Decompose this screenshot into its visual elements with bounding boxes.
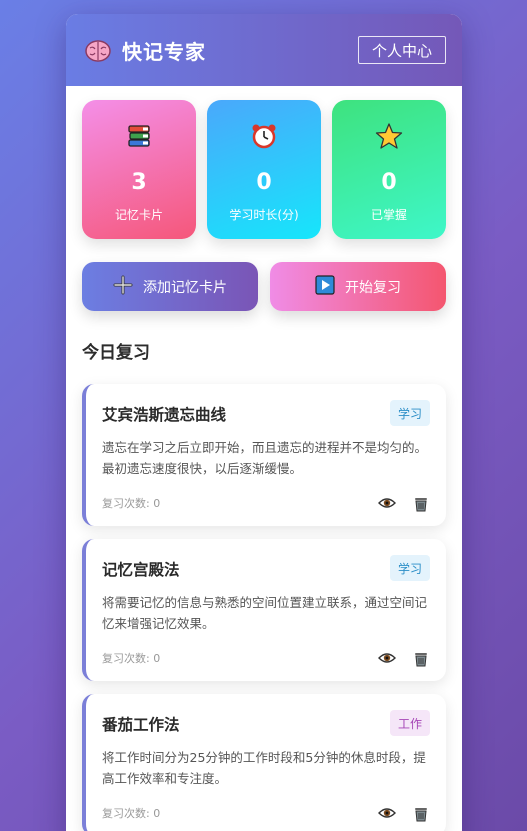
card-tag: 学习 [389,400,430,426]
review-count: 复习次数: 0 [102,807,161,820]
card-tag: 学习 [389,555,430,581]
stat-value: 0 [256,170,272,195]
app-title: 快记专家 [122,39,206,64]
memory-card[interactable]: 艾宾浩斯遗忘曲线 学习 遗忘在学习之后立即开始，而且遗忘的进程并不是均匀的。最初… [82,384,446,526]
add-card-label: 添加记忆卡片 [143,279,227,296]
card-actions [378,649,430,667]
stat-card-memory-cards: 3 记忆卡片 [82,100,196,239]
star-icon [332,122,446,152]
eye-icon[interactable] [378,494,396,512]
stat-label: 已掌握 [370,208,407,222]
stat-card-study-time: 0 学习时长(分) [207,100,321,239]
eye-icon[interactable] [378,649,396,667]
card-footer: 复习次数: 0 [102,804,430,822]
trash-icon[interactable] [412,649,430,667]
card-actions [378,804,430,822]
main-content: 3 记忆卡片 0 学习时长(分) 0 已掌握 添加记忆卡片 开始复习 今日复习 … [66,86,462,831]
add-card-button[interactable]: 添加记忆卡片 [82,262,258,311]
trash-icon[interactable] [412,494,430,512]
play-icon [315,274,335,299]
review-count: 复习次数: 0 [102,652,161,665]
card-footer: 复习次数: 0 [102,649,430,667]
card-description: 将工作时间分为25分钟的工作时段和5分钟的休息时段，提高工作效率和专注度。 [102,750,426,786]
stat-label: 记忆卡片 [114,208,163,222]
app-container: 快记专家 个人中心 3 记忆卡片 0 学习时长(分) 0 已掌握 添加记忆卡片 … [66,14,462,831]
card-title: 艾宾浩斯遗忘曲线 [102,406,227,424]
brain-icon [84,36,112,64]
card-footer: 复习次数: 0 [102,494,430,512]
memory-card[interactable]: 记忆宫殿法 学习 将需要记忆的信息与熟悉的空间位置建立联系，通过空间记忆来增强记… [82,539,446,681]
plus-icon [113,275,133,299]
section-title: 今日复习 [82,343,150,363]
profile-button[interactable]: 个人中心 [357,36,446,64]
books-icon [82,122,196,152]
card-description: 遗忘在学习之后立即开始，而且遗忘的进程并不是均匀的。最初遗忘速度很快，以后逐渐缓… [102,440,428,476]
stat-value: 3 [131,170,147,195]
card-actions [378,494,430,512]
review-count: 复习次数: 0 [102,497,161,510]
memory-card[interactable]: 番茄工作法 工作 将工作时间分为25分钟的工作时段和5分钟的休息时段，提高工作效… [82,694,446,831]
stat-card-mastered: 0 已掌握 [332,100,446,239]
stat-label: 学习时长(分) [229,208,299,222]
eye-icon[interactable] [378,804,396,822]
trash-icon[interactable] [412,804,430,822]
stats-row: 3 记忆卡片 0 学习时长(分) 0 已掌握 [82,100,446,239]
card-title: 番茄工作法 [102,716,180,734]
start-review-button[interactable]: 开始复习 [270,262,446,311]
alarm-clock-icon [207,122,321,152]
card-title: 记忆宫殿法 [102,561,180,579]
card-description: 将需要记忆的信息与熟悉的空间位置建立联系，通过空间记忆来增强记忆效果。 [102,595,428,631]
action-row: 添加记忆卡片 开始复习 [82,262,446,311]
stat-value: 0 [381,170,397,195]
card-tag: 工作 [389,710,430,736]
app-header: 快记专家 个人中心 [66,14,462,86]
start-review-label: 开始复习 [345,279,401,296]
